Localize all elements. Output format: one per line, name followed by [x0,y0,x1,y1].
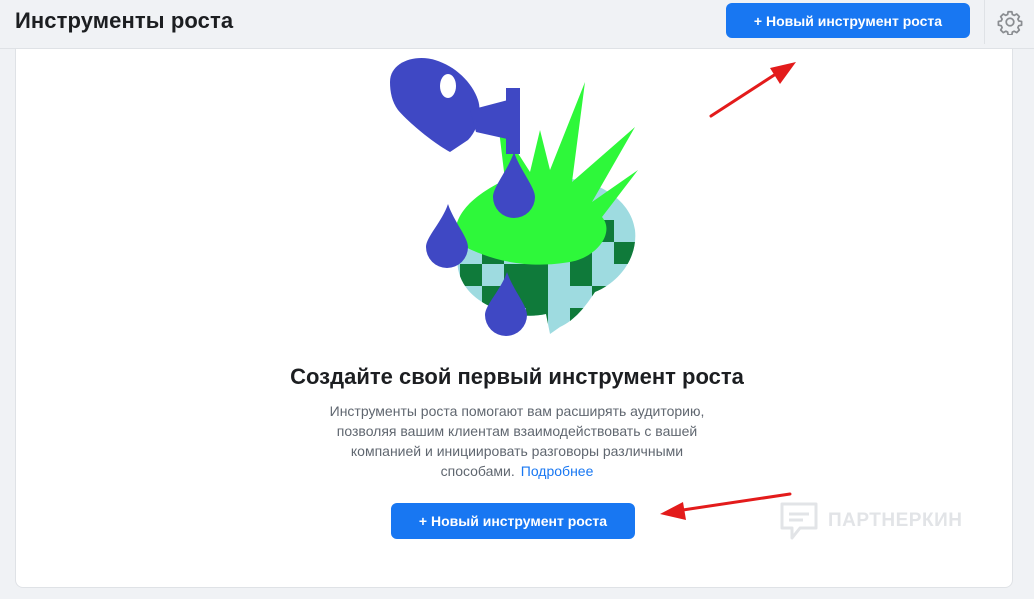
empty-state-description-text: Инструменты роста помогают вам расширять… [329,403,705,479]
empty-state-title: Создайте свой первый инструмент роста [290,364,744,389]
learn-more-link[interactable]: Подробнее [521,463,594,479]
new-growth-tool-button-top[interactable]: + Новый инструмент роста [726,3,970,38]
watermark-text: ПАРТНЕРКИН [828,510,963,531]
top-bar: Инструменты роста + Новый инструмент рос… [0,0,1034,49]
new-growth-tool-button-label: + Новый инструмент роста [418,513,608,529]
empty-state-description: Инструменты роста помогают вам расширять… [307,401,727,481]
watermark: ПАРТНЕРКИН [778,500,962,542]
page-title: Инструменты роста [15,8,234,33]
new-growth-tool-button-top-label: + Новый инструмент роста [753,12,943,29]
new-growth-tool-button[interactable]: + Новый инструмент роста [391,503,635,539]
watering-can-plant-illustration [390,58,638,336]
gear-icon [997,10,1023,35]
settings-button[interactable] [984,0,1034,44]
speech-bubble-icon [780,502,818,540]
